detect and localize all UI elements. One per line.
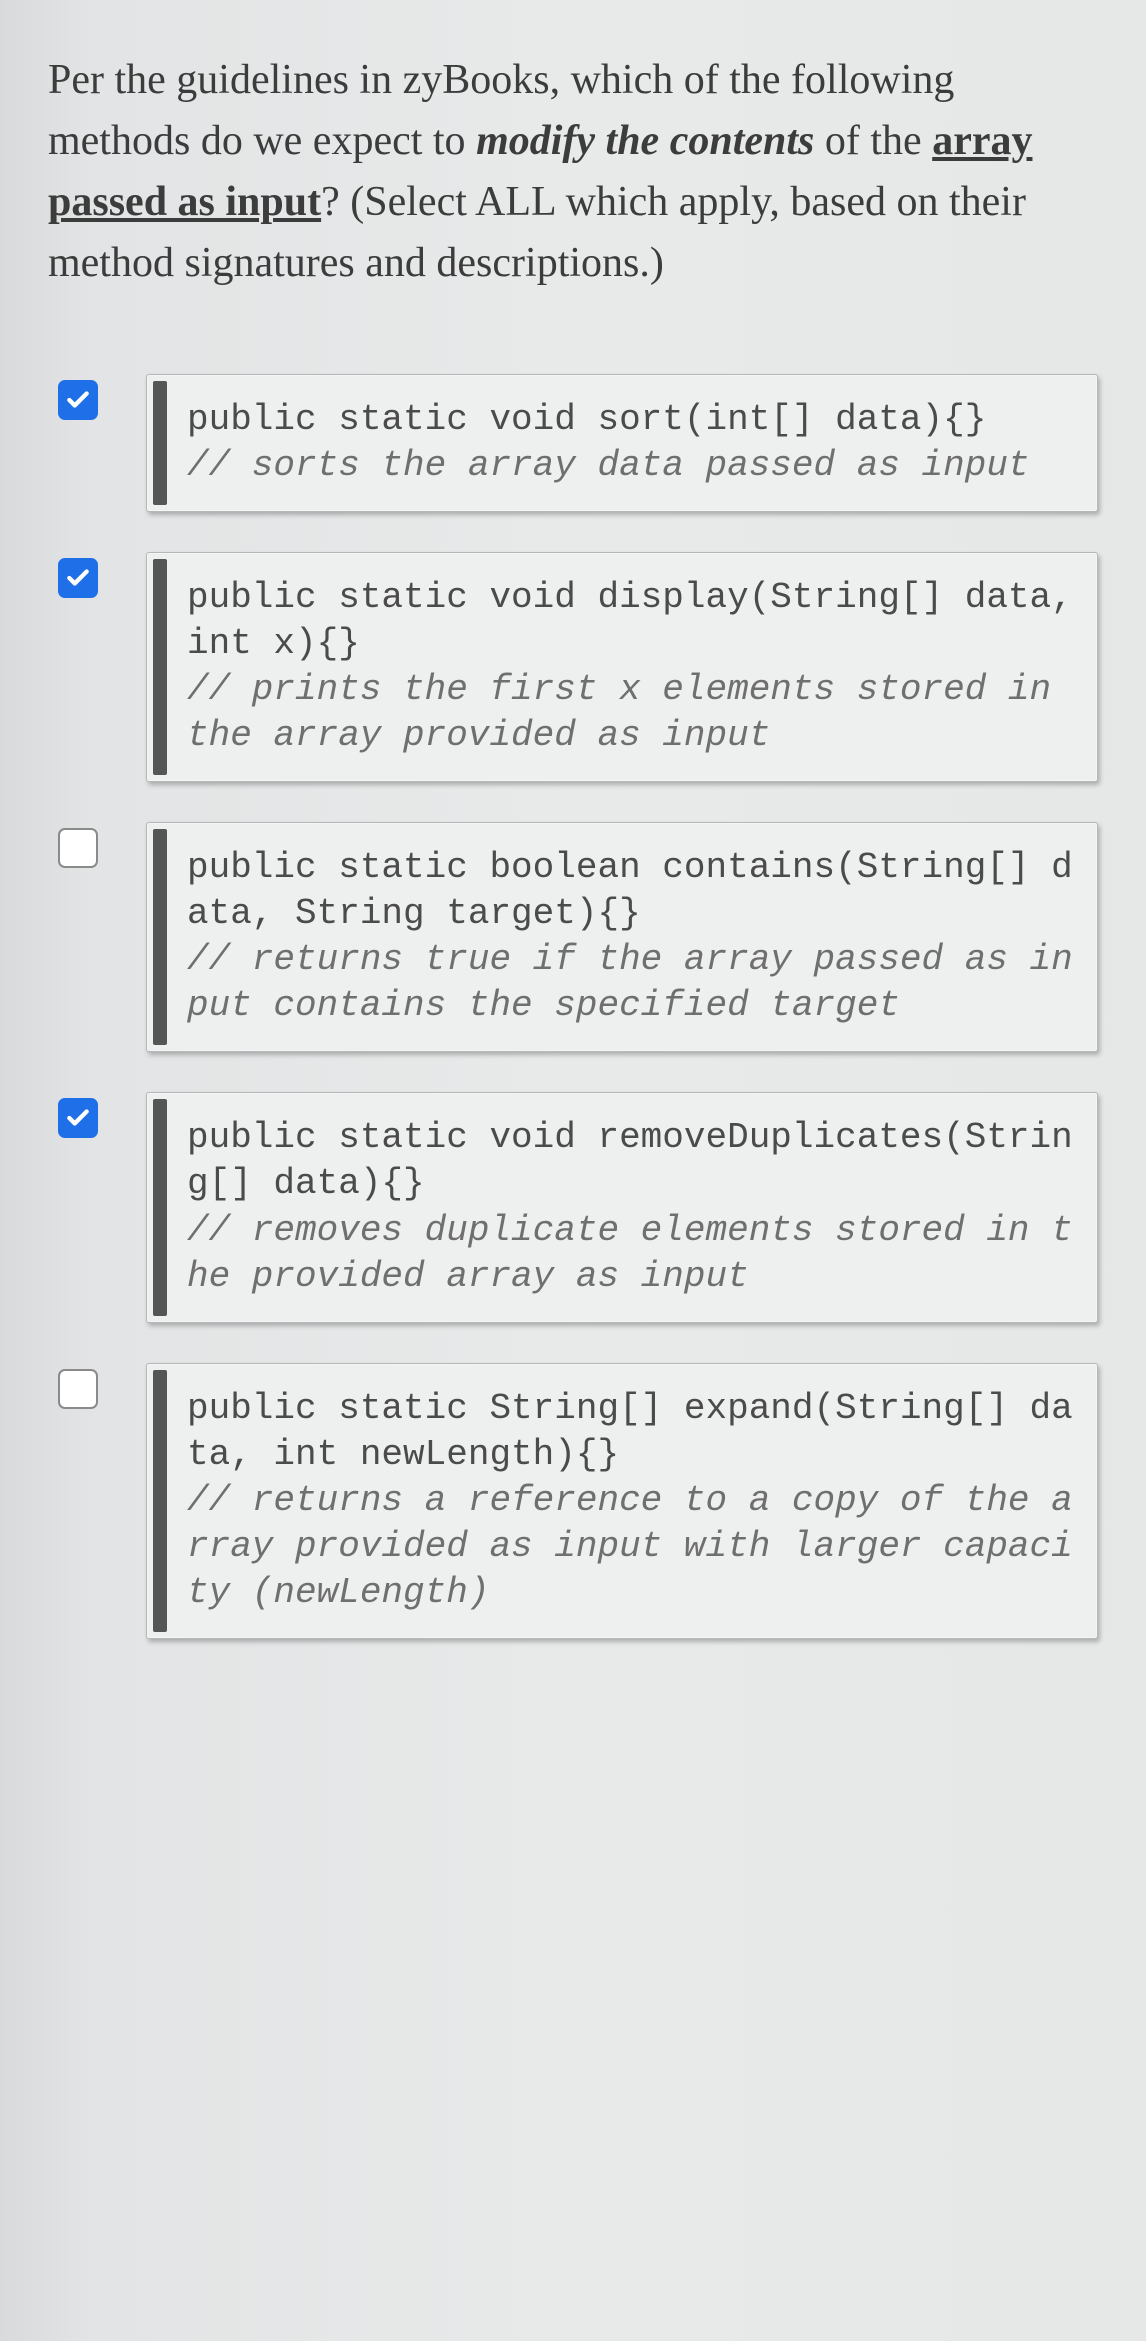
code-card: public static String[] expand(String[] d… [146,1363,1098,1639]
check-icon [65,1105,91,1131]
check-icon [65,387,91,413]
option-row: public static boolean contains(String[] … [58,822,1098,1052]
checkbox-option-3[interactable] [58,828,98,868]
question-text: Per the guidelines in zyBooks, which of … [48,50,1098,294]
option-row: public static void sort(int[] data){} //… [58,374,1098,512]
code-card: public static void display(String[] data… [146,552,1098,782]
code-comment: // returns a reference to a copy of the … [187,1480,1073,1613]
code-card: public static void removeDuplicates(Stri… [146,1092,1098,1322]
quiz-page: Per the guidelines in zyBooks, which of … [0,0,1146,2341]
code-card: public static void sort(int[] data){} //… [146,374,1098,512]
question-part2: of the [814,118,932,164]
code-comment: // removes duplicate elements stored in … [187,1210,1073,1297]
options-list: public static void sort(int[] data){} //… [48,374,1098,1639]
code-comment: // sorts the array data passed as input [187,445,1030,486]
code-signature: public static void removeDuplicates(Stri… [187,1117,1073,1204]
code-signature: public static void sort(int[] data){} [187,399,986,440]
code-signature: public static String[] expand(String[] d… [187,1388,1073,1475]
check-icon [65,565,91,591]
code-comment: // returns true if the array passed as i… [187,939,1073,1026]
checkbox-option-4[interactable] [58,1098,98,1138]
checkbox-option-1[interactable] [58,380,98,420]
checkbox-option-2[interactable] [58,558,98,598]
option-row: public static void display(String[] data… [58,552,1098,782]
option-row: public static void removeDuplicates(Stri… [58,1092,1098,1322]
question-emphasis: modify the contents [476,118,814,164]
code-comment: // prints the first x elements stored in… [187,669,1051,756]
option-row: public static String[] expand(String[] d… [58,1363,1098,1639]
code-signature: public static void display(String[] data… [187,577,1073,664]
checkbox-option-5[interactable] [58,1369,98,1409]
code-signature: public static boolean contains(String[] … [187,847,1073,934]
code-card: public static boolean contains(String[] … [146,822,1098,1052]
